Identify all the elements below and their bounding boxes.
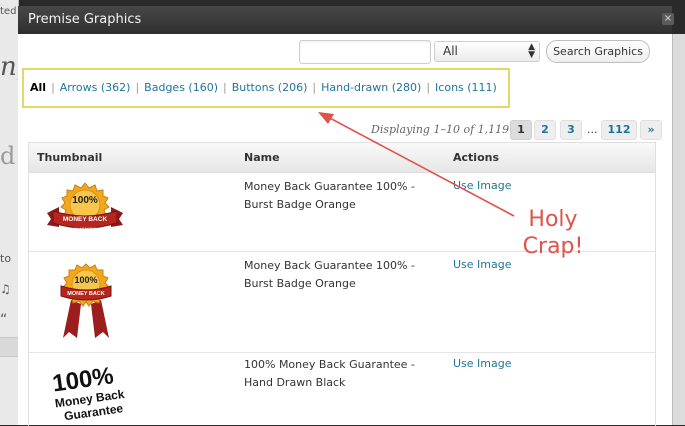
graphics-table: Thumbnail Name Actions 100% MONEY BACK G…: [28, 142, 656, 426]
next-page-button[interactable]: »: [640, 120, 662, 140]
annotation-text: Holy Crap!: [522, 207, 584, 259]
page-3-button[interactable]: 3: [560, 120, 582, 140]
type-select[interactable]: All ▲ ▼: [434, 41, 540, 62]
filter-separator: |: [223, 81, 227, 94]
background-scroll-edge: [672, 34, 685, 425]
badge-hanging-ribbon-icon: 100% MONEY BACK: [60, 263, 112, 338]
row-name: Money Back Guarantee 100% - Burst Badge …: [244, 180, 415, 211]
page-2-button[interactable]: 2: [534, 120, 556, 140]
search-input[interactable]: [299, 40, 431, 64]
filter-separator: |: [312, 81, 317, 94]
table-row: 100% MONEY BACK Money Back Guarantee 100…: [29, 252, 655, 353]
filter-separator: |: [426, 81, 431, 94]
background-page: ted ng d to ♫ “: [0, 0, 19, 425]
header-thumbnail: Thumbnail: [37, 151, 103, 164]
filter-hand-drawn[interactable]: Hand-drawn (280): [321, 81, 421, 94]
background-text: ng: [0, 52, 18, 82]
table-header: Thumbnail Name Actions: [29, 143, 655, 173]
badge-text: 100%: [72, 195, 98, 206]
search-graphics-button[interactable]: Search Graphics: [546, 40, 650, 63]
background-bar: [0, 337, 18, 357]
badge-ribbon-icon: 100% MONEY BACK GUARANTEE: [47, 182, 123, 231]
select-arrows-icon: ▲ ▼: [528, 42, 535, 60]
filter-buttons[interactable]: Buttons (206): [232, 81, 308, 94]
use-image-link[interactable]: Use Image: [453, 357, 512, 370]
pagination-ellipsis: ...: [587, 123, 598, 136]
category-filter-box: All | Arrows (362) | Badges (160) | Buttons (2…: [22, 68, 510, 108]
category-filters: All | Arrows (362) | Badges (160) | Buttons (2…: [30, 81, 497, 94]
filter-icons[interactable]: Icons (111): [435, 81, 497, 94]
row-name: Money Back Guarantee 100% - Burst Badge …: [244, 259, 415, 290]
use-image-link[interactable]: Use Image: [453, 258, 512, 271]
modal-title: Premise Graphics: [28, 12, 142, 27]
filter-arrows[interactable]: Arrows (362): [60, 81, 131, 94]
row-name: 100% Money Back Guarantee - Hand Drawn B…: [244, 358, 415, 389]
filter-all[interactable]: All: [30, 81, 46, 94]
last-page-button[interactable]: 112: [601, 120, 637, 140]
filter-separator: |: [135, 81, 140, 94]
use-image-link[interactable]: Use Image: [453, 179, 512, 192]
page-1-button[interactable]: 1: [510, 120, 532, 140]
hand-drawn-stamp-icon: 100% Money Back Guarantee: [51, 362, 126, 423]
filter-separator: |: [51, 81, 55, 94]
background-text: “: [0, 312, 8, 328]
type-select-value: All: [443, 44, 458, 58]
filter-badges[interactable]: Badges (160): [144, 81, 218, 94]
background-text: ted: [0, 6, 17, 17]
badge-ribbon-text: MONEY BACK: [67, 291, 105, 297]
badge-text: 100%: [74, 275, 97, 285]
background-text: d: [0, 142, 16, 170]
displaying-count: Displaying 1–10 of 1,119: [371, 123, 510, 136]
modal-titlebar: Premise Graphics: [18, 6, 672, 35]
header-name: Name: [244, 151, 280, 164]
table-row: 100% Money Back Guarantee 100% Money Bac…: [29, 353, 655, 426]
background-text: ♫: [0, 282, 11, 296]
badge-ribbon-subtext: GUARANTEE: [74, 227, 96, 231]
header-actions: Actions: [453, 151, 499, 164]
background-text: to: [0, 252, 12, 265]
close-icon[interactable]: ×: [662, 13, 674, 25]
badge-ribbon-text: MONEY BACK: [63, 216, 108, 223]
